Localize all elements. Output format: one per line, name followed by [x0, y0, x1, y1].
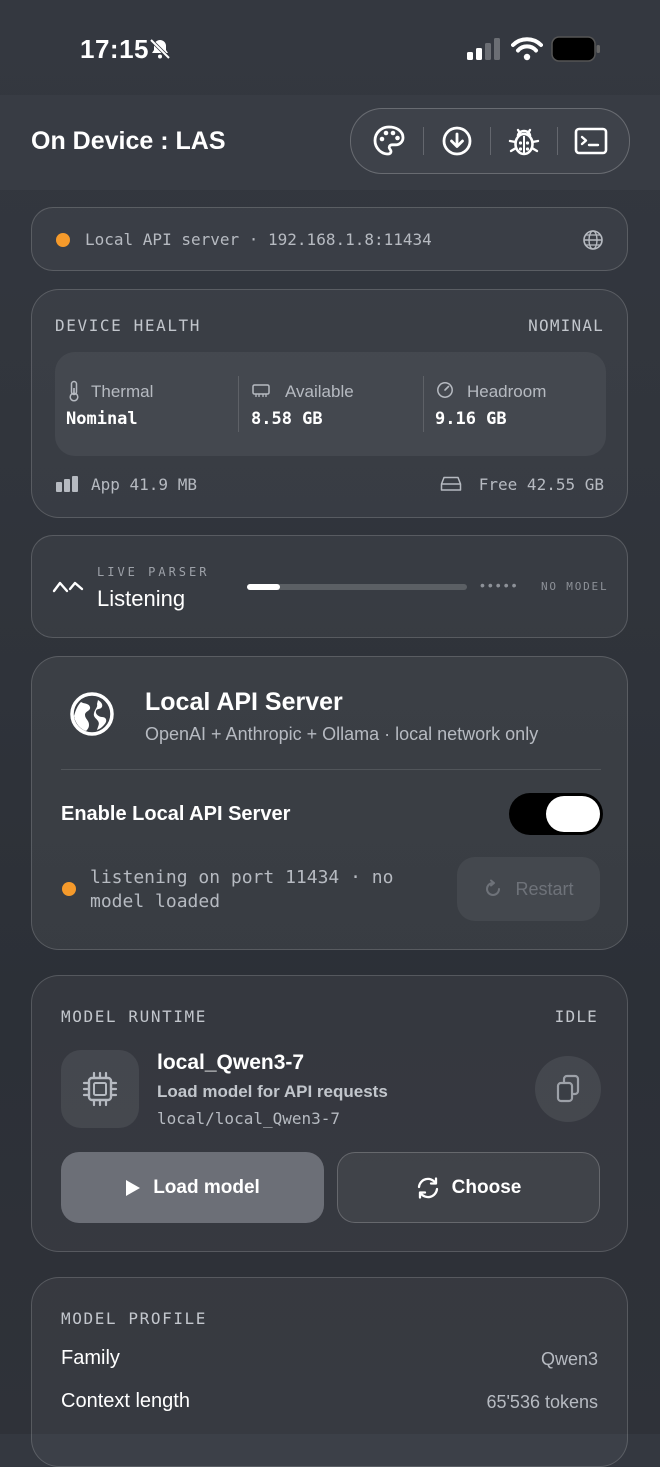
model-name: local_Qwen3-7: [157, 1051, 305, 1074]
live-parser-progress: [247, 584, 467, 590]
status-time: 17:15: [80, 34, 149, 64]
live-parser-state: Listening: [97, 586, 186, 611]
play-icon: [126, 1179, 141, 1196]
copy-model-path-button[interactable]: [535, 1056, 601, 1122]
cpu-chip-icon: [82, 1071, 118, 1107]
metric-thermal-label: Thermal: [91, 382, 154, 401]
thermometer-icon: [69, 380, 79, 402]
free-storage: Free 42.55 GB: [478, 475, 604, 494]
terminal-icon: [574, 127, 608, 155]
model-path: local/local_Qwen3-7: [157, 1109, 341, 1128]
device-health-status: NOMINAL: [528, 316, 604, 335]
live-parser-model-status: NO MODEL: [541, 580, 609, 593]
cellular-signal-icon: [467, 38, 500, 60]
server-status-dot: [56, 233, 70, 247]
divider: [61, 769, 601, 770]
memory-chip-icon: [252, 384, 270, 397]
choose-model-button[interactable]: Choose: [337, 1152, 600, 1223]
model-description: Load model for API requests: [157, 1082, 388, 1101]
restart-button[interactable]: Restart: [457, 857, 600, 921]
device-health-label: DEVICE HEALTH: [55, 316, 202, 335]
toggle-knob: [546, 796, 600, 832]
waveform-icon: [52, 581, 84, 593]
load-model-label: Load model: [153, 1176, 260, 1198]
model-profile-card: MODEL PROFILE Family Qwen3 Context lengt…: [31, 1277, 628, 1467]
api-status-dot: [62, 882, 76, 896]
server-address: Local API server · 192.168.1.8:11434: [85, 230, 432, 249]
gauge-icon: [437, 382, 453, 398]
download-icon: [442, 126, 472, 156]
enable-api-server-label: Enable Local API Server: [61, 803, 291, 825]
metric-headroom-value: 9.16 GB: [435, 409, 507, 429]
profile-row-key: Family: [61, 1347, 120, 1369]
download-button[interactable]: [439, 123, 475, 159]
progress-dots: •••••: [480, 577, 520, 593]
profile-row-value: Qwen3: [540, 1349, 598, 1369]
copy-icon: [556, 1074, 580, 1103]
metric-available-value: 8.58 GB: [251, 409, 323, 429]
restart-icon: [486, 879, 501, 896]
wifi-icon: [511, 37, 543, 61]
bell-slash-icon: [149, 38, 171, 60]
header-toolbar: [350, 108, 630, 174]
choose-model-label: Choose: [451, 1176, 522, 1198]
api-server-title: Local API Server: [145, 688, 343, 716]
model-runtime-label: MODEL RUNTIME: [61, 1007, 208, 1026]
refresh-icon: [417, 1176, 438, 1199]
api-server-subtitle: OpenAI + Anthropic + Ollama · local netw…: [145, 724, 539, 744]
live-parser-card: LIVE PARSER Listening ••••• NO MODEL: [31, 535, 628, 638]
debug-button[interactable]: [506, 123, 542, 159]
metric-thermal-value: Nominal: [66, 409, 138, 429]
storage-drive-icon: [440, 476, 462, 491]
page-title: On Device : LAS: [31, 127, 226, 155]
metric-headroom-label: Headroom: [467, 382, 547, 401]
bug-icon: [508, 128, 540, 156]
live-parser-label: LIVE PARSER: [97, 565, 210, 579]
battery-icon: [551, 36, 600, 62]
model-profile-label: MODEL PROFILE: [61, 1309, 208, 1328]
model-chip-tile: [61, 1050, 139, 1128]
terminal-button[interactable]: [573, 123, 609, 159]
api-status-line1: listening on port 11434 · no: [90, 867, 394, 888]
model-runtime-status: IDLE: [554, 1007, 598, 1026]
app-usage: App 41.9 MB: [91, 475, 197, 494]
local-api-server-card: Local API Server OpenAI + Anthropic + Ol…: [31, 656, 628, 950]
device-health-card: DEVICE HEALTH NOMINAL Thermal Nominal Av…: [31, 289, 628, 518]
load-model-button[interactable]: Load model: [61, 1152, 324, 1223]
profile-row-key: Context length: [61, 1390, 190, 1412]
globe-americas-icon: [70, 692, 114, 736]
status-bar: 17:15: [0, 0, 660, 95]
palette-icon: [373, 125, 405, 156]
server-banner[interactable]: Local API server · 192.168.1.8:11434: [31, 207, 628, 271]
enable-api-server-toggle[interactable]: [509, 793, 603, 835]
globe-icon: [583, 230, 603, 250]
api-status-line2: model loaded: [90, 891, 221, 912]
health-metrics-panel: Thermal Nominal Available 8.58 GB Headro…: [55, 352, 606, 456]
metric-available-label: Available: [285, 382, 354, 401]
profile-row-value: 65'536 tokens: [486, 1392, 598, 1412]
model-runtime-card: MODEL RUNTIME IDLE local_Qwen3-7 Load mo…: [31, 975, 628, 1252]
palette-button[interactable]: [371, 123, 407, 159]
app-usage-chart-icon: [56, 476, 78, 492]
live-parser-progress-fill: [247, 584, 280, 590]
restart-label: Restart: [515, 878, 574, 899]
